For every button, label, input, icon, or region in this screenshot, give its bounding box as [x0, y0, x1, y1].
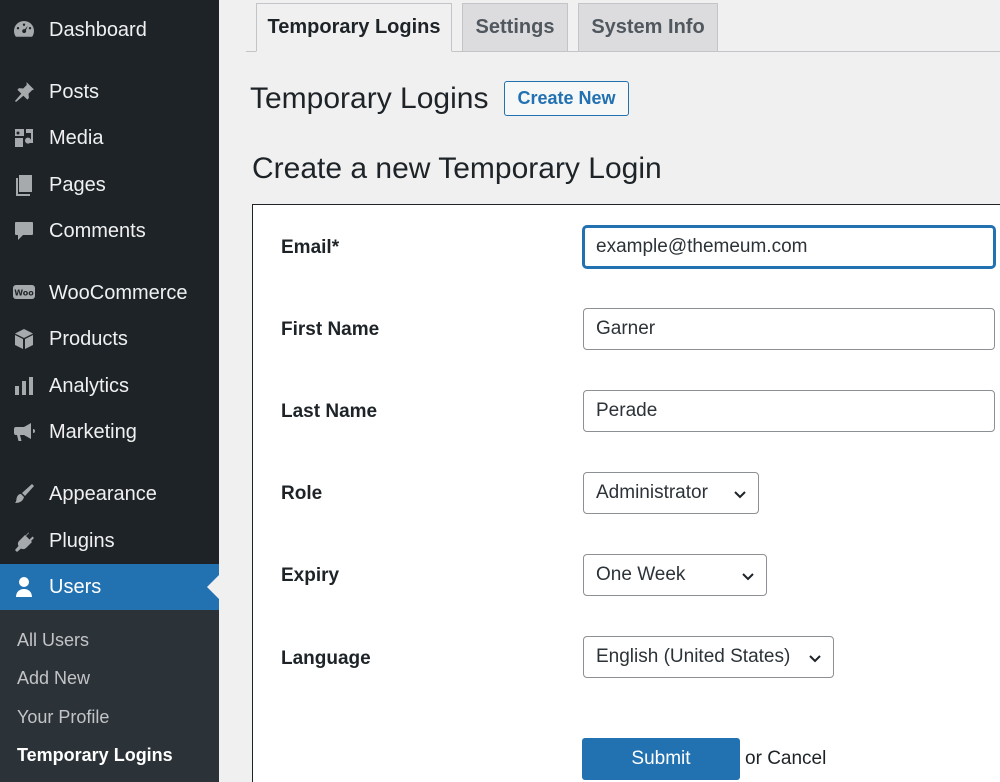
menu-item-plugins[interactable]: Plugins	[0, 518, 219, 564]
menu-item-users[interactable]: Users	[0, 564, 219, 610]
role-label: Role	[281, 483, 323, 504]
menu-label: Appearance	[49, 482, 157, 505]
tab-temporary-logins[interactable]: Temporary Logins	[256, 3, 452, 52]
menu-item-marketing[interactable]: Marketing	[0, 409, 219, 455]
menu-item-woocommerce[interactable]: Woo WooCommerce	[0, 270, 219, 316]
menu-label: Users	[49, 575, 102, 598]
pages-icon	[11, 172, 37, 198]
menu-item-products[interactable]: Products	[0, 316, 219, 362]
menu-label: Media	[49, 126, 104, 149]
dashboard-icon	[11, 17, 37, 43]
user-icon	[11, 574, 37, 600]
megaphone-icon	[11, 419, 37, 445]
admin-sidebar: Dashboard Posts Media Pages Comments Woo…	[0, 0, 219, 782]
first-name-value: Garner	[596, 318, 656, 339]
last-name-label: Last Name	[281, 401, 378, 422]
woo-icon: Woo	[11, 280, 37, 306]
submenu-item-temporary-logins[interactable]: Temporary Logins	[17, 745, 173, 766]
submenu-item-your-profile[interactable]: Your Profile	[17, 707, 109, 728]
woo-icon-text: Woo	[14, 289, 34, 298]
page-title: Temporary Logins	[250, 82, 489, 115]
expiry-label: Expiry	[281, 565, 340, 586]
comment-icon	[11, 218, 37, 244]
or-cancel: or Cancel	[745, 748, 826, 770]
cancel-link[interactable]: Cancel	[767, 748, 826, 769]
pin-icon	[11, 79, 37, 105]
users-submenu: All Users Add New Your Profile Temporary…	[0, 610, 219, 782]
section-title: Create a new Temporary Login	[252, 152, 662, 185]
menu-label: WooCommerce	[49, 281, 188, 304]
media-icon	[11, 125, 37, 151]
menu-item-appearance[interactable]: Appearance	[0, 471, 219, 517]
language-label: Language	[281, 648, 371, 669]
menu-label: Products	[49, 327, 128, 350]
chevron-down-icon	[732, 486, 748, 502]
email-value: example@themeum.com	[596, 236, 808, 257]
brush-icon	[11, 481, 37, 507]
expiry-select[interactable]: One Week	[583, 554, 767, 596]
menu-label: Dashboard	[49, 18, 147, 41]
menu-item-media[interactable]: Media	[0, 115, 219, 161]
menu-item-dashboard[interactable]: Dashboard	[0, 7, 219, 53]
bar-chart-icon	[11, 373, 37, 399]
menu-item-pages[interactable]: Pages	[0, 162, 219, 208]
chevron-down-icon	[740, 568, 756, 584]
menu-label: Posts	[49, 80, 100, 103]
role-value: Administrator	[596, 482, 708, 503]
submenu-item-add-new[interactable]: Add New	[17, 668, 90, 689]
plug-icon	[11, 528, 37, 554]
role-select[interactable]: Administrator	[583, 472, 759, 514]
expiry-value: One Week	[596, 564, 686, 585]
menu-label: Analytics	[49, 374, 130, 397]
tab-system-info[interactable]: System Info	[578, 3, 718, 52]
last-name-value: Perade	[596, 400, 658, 421]
menu-item-analytics[interactable]: Analytics	[0, 363, 219, 409]
chevron-down-icon	[807, 650, 823, 666]
submenu-item-all-users[interactable]: All Users	[17, 630, 89, 651]
email-field[interactable]: example@themeum.com	[583, 226, 995, 268]
menu-label: Marketing	[49, 420, 137, 443]
menu-item-comments[interactable]: Comments	[0, 208, 219, 254]
create-new-button[interactable]: Create New	[504, 81, 629, 116]
menu-label: Plugins	[49, 529, 115, 552]
first-name-label: First Name	[281, 319, 380, 340]
language-value: English (United States)	[596, 646, 791, 667]
first-name-field[interactable]: Garner	[583, 308, 995, 350]
submit-button[interactable]: Submit	[582, 738, 740, 780]
menu-item-posts[interactable]: Posts	[0, 69, 219, 115]
last-name-field[interactable]: Perade	[583, 390, 995, 432]
box-icon	[11, 326, 37, 352]
or-text: or	[745, 748, 762, 769]
language-select[interactable]: English (United States)	[583, 636, 834, 678]
menu-label: Pages	[49, 173, 106, 196]
tab-settings[interactable]: Settings	[462, 3, 568, 52]
menu-label: Comments	[49, 219, 146, 242]
email-label: Email*	[281, 237, 340, 258]
